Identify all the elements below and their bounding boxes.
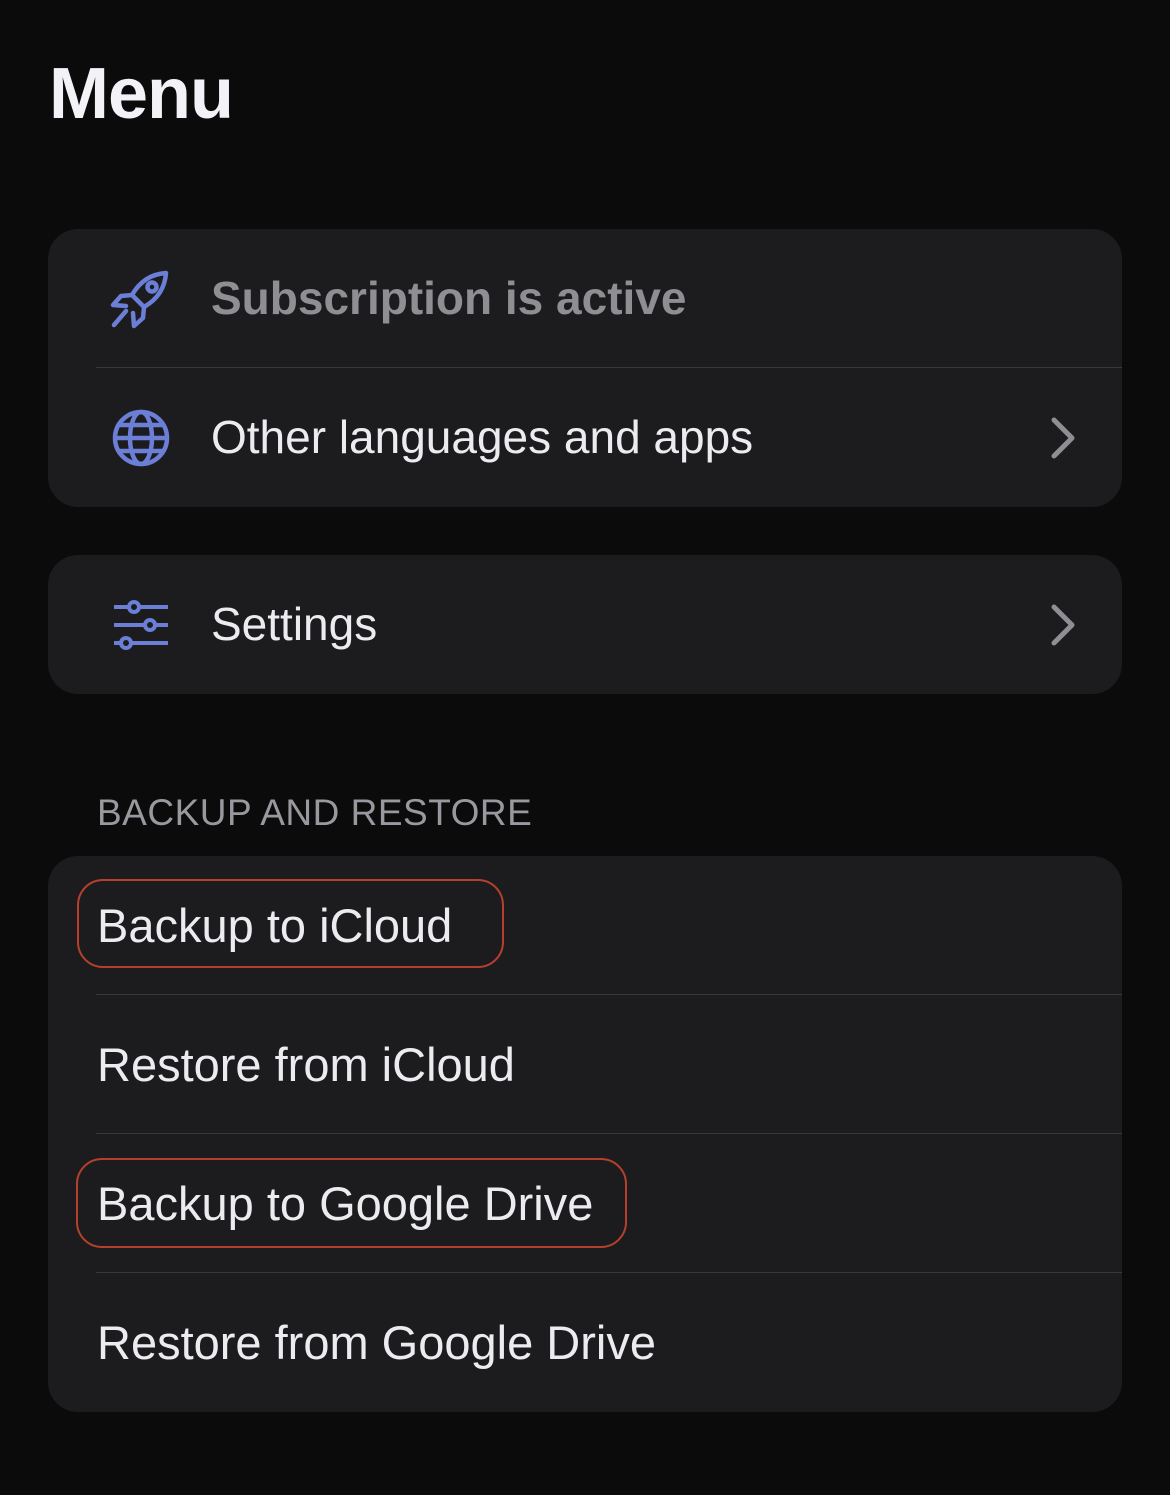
chevron-right-icon — [1051, 417, 1075, 459]
settings-row[interactable]: Settings — [48, 555, 1122, 694]
other-languages-label: Other languages and apps — [211, 411, 754, 463]
chevron-right-icon — [1051, 604, 1075, 646]
rocket-icon — [110, 270, 169, 329]
settings-label: Settings — [211, 598, 378, 650]
restore-icloud-label: Restore from iCloud — [97, 1038, 515, 1091]
backup-icloud-row[interactable]: Backup to iCloud — [48, 856, 1122, 995]
backup-google-drive-row[interactable]: Backup to Google Drive — [48, 1134, 1122, 1273]
other-languages-row[interactable]: Other languages and apps — [48, 368, 1122, 507]
subscription-status-label: Subscription is active — [211, 272, 687, 324]
section-header-backup: BACKUP AND RESTORE — [97, 792, 533, 833]
backup-icloud-label: Backup to iCloud — [97, 899, 453, 952]
globe-icon — [112, 409, 170, 467]
page-title: Menu — [49, 54, 234, 134]
subscription-status-row[interactable]: Subscription is active — [48, 229, 1122, 368]
restore-icloud-row[interactable]: Restore from iCloud — [48, 995, 1122, 1134]
settings-group: Settings — [48, 555, 1122, 694]
restore-google-drive-row[interactable]: Restore from Google Drive — [48, 1273, 1122, 1412]
restore-google-drive-label: Restore from Google Drive — [97, 1316, 656, 1369]
account-group: Subscription is active Other languages a… — [48, 229, 1122, 507]
backup-google-drive-label: Backup to Google Drive — [97, 1177, 594, 1230]
sliders-icon — [114, 600, 168, 650]
backup-group: Backup to iCloud Restore from iCloud Bac… — [48, 856, 1122, 1412]
